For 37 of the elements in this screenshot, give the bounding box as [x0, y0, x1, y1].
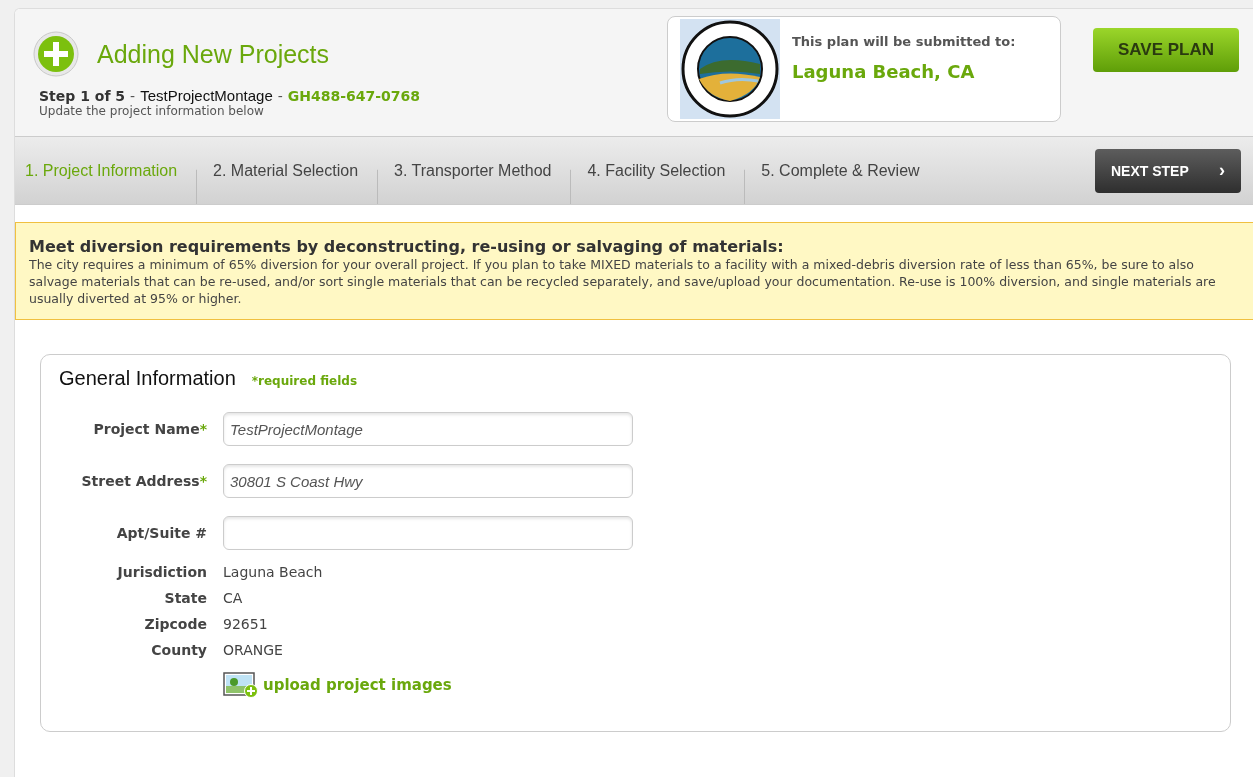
info-label: State: [163, 590, 207, 606]
info-value: CA: [223, 590, 244, 606]
step-tab[interactable]: 2. Material Selection: [203, 137, 385, 204]
submit-label: This plan will be submitted to:: [792, 34, 1016, 49]
project-name: TestProjectMontage: [140, 87, 273, 104]
project-code: GH488-647-0768: [287, 88, 421, 104]
field-label: Apt/Suite #: [115, 525, 207, 541]
notice-title: Meet diversion requirements by deconstructing, re-using or salvaging of materials:: [29, 237, 785, 256]
input-field[interactable]: 30801 S Coast Hwy: [223, 464, 633, 498]
subtitle: Update the project information below: [38, 104, 264, 118]
info-label: Jurisdiction: [115, 564, 207, 580]
input-field[interactable]: [223, 516, 633, 550]
next-step-button[interactable]: NEXT STEP ›: [1095, 148, 1241, 193]
notice-text: The city requires a minimum of 65% diversion for your overall project. If you plan to take MIXED materials to a facility with a mixed-debris diversion rate of less than 65%, be sure to also salvage materials that can be re-used, and/or sort single materials that can be recycled separately, and save/upload your documentation. Re-use is 100% diversion, and single materials are usually diverted at 95% or higher.: [29, 256, 1217, 307]
step-counter: Step 1 of 5: [39, 88, 126, 104]
info-label: County: [150, 642, 207, 658]
info-value: Laguna Beach: [223, 564, 324, 580]
page-title: Adding New Projects: [97, 39, 330, 69]
plus-icon: [33, 31, 79, 77]
step-tab[interactable]: 5. Complete & Review: [751, 137, 946, 204]
city-name: Laguna Beach, CA: [792, 61, 976, 82]
field-label: Street Address*: [80, 473, 207, 489]
info-value: ORANGE: [223, 642, 284, 658]
separator-dash: -: [277, 88, 283, 104]
info-value: 92651: [223, 616, 269, 632]
input-field[interactable]: TestProjectMontage: [223, 412, 633, 446]
step-tab[interactable]: 4. Facility Selection: [577, 137, 752, 204]
section-title: General Information: [59, 367, 236, 390]
save-plan-button[interactable]: SAVE PLAN: [1093, 28, 1239, 72]
field-label: Project Name*: [92, 421, 207, 437]
info-label: Zipcode: [143, 616, 207, 632]
step-tab[interactable]: 3. Transporter Method: [384, 137, 578, 204]
required-mark: *: [199, 421, 207, 437]
image-add-icon[interactable]: [223, 672, 259, 698]
required-note: *required fields: [251, 374, 358, 388]
required-mark: *: [199, 473, 207, 489]
separator-dash: -: [130, 88, 136, 104]
